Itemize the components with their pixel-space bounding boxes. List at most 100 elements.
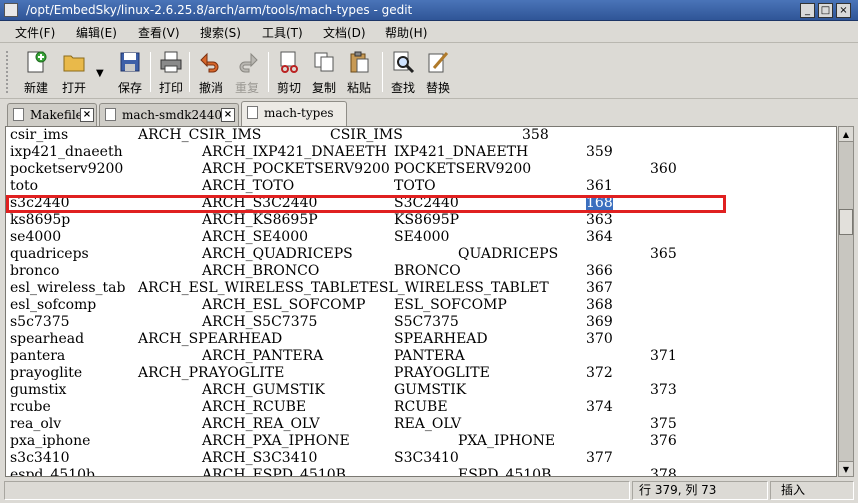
menu-search[interactable]: 搜索(S) — [200, 24, 241, 41]
folder-icon — [63, 55, 85, 72]
col-number: 370 — [586, 331, 613, 347]
col-machine: s3c3410 — [10, 450, 70, 466]
col-machine: rcube — [10, 399, 51, 415]
selected-text[interactable]: 168 — [586, 195, 613, 212]
col-number: 373 — [650, 382, 677, 398]
print-button[interactable]: 打印 — [153, 48, 189, 98]
menu-edit[interactable]: 编辑(E) — [76, 24, 117, 41]
col-config: ARCH_S3C3410 — [202, 450, 318, 466]
scrollbar-thumb[interactable] — [839, 209, 853, 235]
printer-icon — [160, 51, 182, 73]
col-number: 374 — [586, 399, 613, 415]
close-window-button[interactable]: × — [836, 3, 851, 18]
save-button-label: 保存 — [117, 81, 142, 95]
col-config: ARCH_BRONCO — [202, 263, 320, 279]
col-machine: rea_olv — [10, 416, 62, 432]
replace-icon — [428, 52, 449, 73]
col-machine: s5c7375 — [10, 314, 70, 330]
col-config: ARCH_TOTO — [202, 178, 295, 194]
col-number: 360 — [650, 161, 677, 177]
cut-button[interactable]: 剪切 — [271, 48, 307, 98]
document-tabs: Makefile × mach-smdk2440.c × mach-types — [0, 100, 858, 126]
col-config: ARCH_SPEARHEAD — [138, 331, 283, 347]
toolbar-grip[interactable] — [5, 50, 9, 94]
replace-button[interactable]: 替换 — [420, 48, 456, 98]
paste-button-label: 粘贴 — [346, 81, 371, 95]
tab-mach-smdk2440[interactable]: mach-smdk2440.c × — [99, 103, 239, 126]
col-config: ARCH_S5C7375 — [202, 314, 318, 330]
col-machine: esl_sofcomp — [10, 297, 97, 313]
col-config: ARCH_RCUBE — [202, 399, 307, 415]
scroll-up-icon[interactable]: ▲ — [839, 127, 853, 142]
col-number: 378 — [650, 467, 677, 477]
menu-tools[interactable]: 工具(T) — [262, 24, 303, 41]
minimize-button[interactable]: _ — [800, 3, 815, 18]
menu-view[interactable]: 查看(V) — [138, 24, 180, 41]
col-config: ARCH_REA_OLV — [202, 416, 320, 432]
col-number: 371 — [650, 348, 677, 364]
highlight-annotation-box — [6, 195, 726, 213]
save-button[interactable]: 保存 — [112, 48, 148, 98]
col-config: ARCH_ESL_SOFCOMP — [202, 297, 366, 313]
col-config: ARCH_QUADRICEPS — [202, 246, 353, 262]
menu-help[interactable]: 帮助(H) — [385, 24, 427, 41]
text-editor[interactable]: csir_ims ARCH_CSIR_IMS CSIR_IMS 358 ixp4… — [5, 126, 837, 477]
tab-label: mach-smdk2440.c — [122, 108, 233, 122]
col-machine: bronco — [10, 263, 60, 279]
cut-button-label: 剪切 — [276, 81, 301, 95]
vertical-scrollbar[interactable]: ▲ ▼ — [838, 126, 854, 477]
col-mach-type: KS8695P — [394, 212, 460, 228]
redo-button[interactable]: 重复 — [229, 48, 265, 98]
tab-close-icon[interactable]: × — [80, 108, 94, 122]
col-machine: se4000 — [10, 229, 62, 245]
toolbar-separator — [189, 52, 190, 92]
tab-close-icon[interactable]: × — [221, 108, 235, 122]
clipboard-icon — [350, 51, 369, 73]
col-config: ARCH_PXA_IPHONE — [202, 433, 350, 449]
title-bar: /opt/EmbedSky/linux-2.6.25.8/arch/arm/to… — [0, 0, 858, 21]
document-icon — [247, 106, 258, 119]
col-number: 366 — [586, 263, 613, 279]
menu-documents[interactable]: 文档(D) — [323, 24, 366, 41]
copy-button[interactable]: 复制 — [306, 48, 342, 98]
paste-button[interactable]: 粘贴 — [341, 48, 377, 98]
col-mach-type: POCKETSERV9200 — [394, 161, 532, 177]
col-mach-type: BRONCO — [394, 263, 461, 279]
menu-file[interactable]: 文件(F) — [15, 24, 55, 41]
new-button[interactable]: 新建 — [18, 48, 54, 98]
col-number: 369 — [586, 314, 613, 330]
open-recent-dropdown-icon[interactable]: ▼ — [96, 68, 104, 79]
col-machine: quadriceps — [10, 246, 89, 262]
col-config: ARCH_S3C2440 — [202, 195, 318, 211]
scroll-down-icon[interactable]: ▼ — [839, 461, 853, 476]
copy-button-label: 复制 — [311, 81, 336, 95]
tab-label: mach-types — [264, 106, 334, 120]
tab-makefile[interactable]: Makefile × — [7, 103, 97, 126]
toolbar-separator — [382, 52, 383, 92]
col-machine: spearhead — [10, 331, 85, 347]
col-mach-type: PANTERA — [394, 348, 465, 364]
cursor-position: 行 379, 列 73 — [632, 481, 768, 500]
col-config: ARCH_GUMSTIK — [202, 382, 325, 398]
col-mach-type: PXA_IPHONE — [458, 433, 556, 449]
col-mach-type: ESL_SOFCOMP — [394, 297, 507, 313]
undo-button[interactable]: 撤消 — [193, 48, 229, 98]
col-number: 375 — [650, 416, 677, 432]
new-button-label: 新建 — [23, 81, 48, 95]
maximize-button[interactable]: □ — [818, 3, 833, 18]
col-machine: ixp421_dnaeeth — [10, 144, 123, 160]
find-button[interactable]: 查找 — [385, 48, 421, 98]
tab-mach-types[interactable]: mach-types — [241, 101, 347, 126]
col-config: ARCH_IXP421_DNAEETH — [202, 144, 387, 160]
col-mach-type: ESPD_4510B — [458, 467, 552, 477]
status-bar: 行 379, 列 73 插入 — [0, 478, 858, 503]
col-number: 372 — [586, 365, 613, 381]
app-icon[interactable] — [4, 3, 18, 17]
col-machine: csir_ims — [10, 127, 69, 143]
col-machine: pantera — [10, 348, 66, 364]
col-number: 377 — [586, 450, 613, 466]
open-button[interactable]: 打开 — [56, 48, 92, 98]
copy-icon — [314, 52, 334, 72]
document-icon — [105, 108, 116, 121]
col-mach-type: REA_OLV — [394, 416, 462, 432]
